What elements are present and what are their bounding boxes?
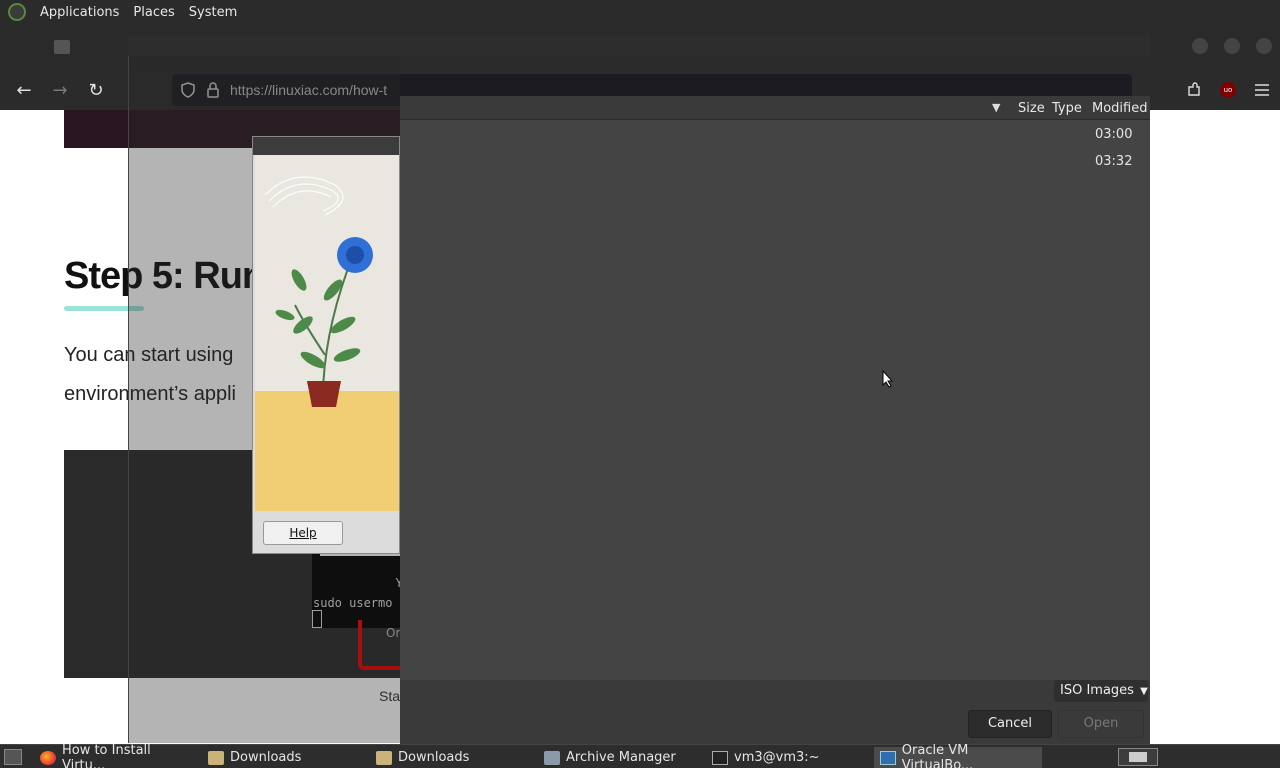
ublock-origin-icon[interactable]: uo bbox=[1220, 82, 1236, 98]
system-menu[interactable]: System bbox=[189, 5, 237, 20]
type-column-header[interactable]: Type bbox=[1052, 101, 1082, 116]
folder-icon bbox=[208, 750, 224, 765]
minimize-icon[interactable] bbox=[1192, 38, 1208, 54]
file-list[interactable]: 03:00 03:32 bbox=[400, 120, 1150, 680]
flower-illustration bbox=[255, 155, 399, 511]
help-button[interactable]: Help bbox=[263, 521, 343, 545]
taskbar-item-label: How to Install Virtu... bbox=[61, 742, 151, 768]
modified-column-header[interactable]: Modified bbox=[1092, 101, 1147, 116]
taskbar-item-label: Archive Manager bbox=[566, 750, 676, 765]
taskbar-item-downloads[interactable]: Downloads bbox=[370, 747, 534, 768]
taskbar-item-downloads[interactable]: Downloads bbox=[202, 747, 366, 768]
taskbar-item-virtualbox[interactable]: Oracle VM VirtualBo... bbox=[874, 743, 1042, 768]
chevron-down-icon: ▼ bbox=[1140, 686, 1148, 697]
maximize-icon[interactable] bbox=[1224, 38, 1240, 54]
top-panel: Applications Places System bbox=[0, 0, 1280, 24]
cancel-button[interactable]: Cancel bbox=[968, 710, 1052, 738]
file-chooser-footer: ISO Images ▼ Cancel Open bbox=[400, 680, 1150, 744]
places-menu[interactable]: Places bbox=[133, 5, 174, 20]
taskbar: How to Install Virtu... Downloads Downlo… bbox=[0, 743, 1280, 768]
welcome-dialog-titlebar bbox=[253, 137, 399, 155]
forward-icon[interactable]: → bbox=[42, 80, 78, 101]
show-desktop-icon[interactable] bbox=[4, 749, 22, 765]
taskbar-item-label: vm3@vm3:~ bbox=[734, 750, 820, 765]
applications-menu[interactable]: Applications bbox=[40, 5, 119, 20]
virtualbox-titlebar bbox=[128, 36, 1150, 56]
mate-logo-icon[interactable] bbox=[8, 3, 26, 21]
folder-icon bbox=[376, 750, 392, 765]
file-type-filter-label: ISO Images bbox=[1060, 683, 1134, 698]
close-icon[interactable] bbox=[1256, 38, 1272, 54]
firefox-icon bbox=[40, 750, 56, 765]
file-type-filter[interactable]: ISO Images ▼ bbox=[1054, 680, 1148, 702]
workspace-switcher[interactable] bbox=[1118, 748, 1158, 766]
taskbar-item-terminal[interactable]: vm3@vm3:~ bbox=[706, 747, 870, 768]
taskbar-item-label: Downloads bbox=[398, 750, 470, 765]
toolbar-right: uo bbox=[1186, 70, 1270, 110]
tab-favicon-icon[interactable] bbox=[54, 40, 70, 54]
file-list-header: ▼ Size Type Modified bbox=[400, 96, 1150, 120]
file-modified-time[interactable]: 03:32 bbox=[1095, 154, 1132, 169]
archive-icon bbox=[544, 750, 560, 765]
menu-icon[interactable] bbox=[1254, 83, 1270, 97]
back-icon[interactable]: ← bbox=[6, 80, 42, 101]
virtualbox-icon bbox=[880, 750, 896, 765]
terminal-icon bbox=[712, 750, 728, 765]
taskbar-item-archive-manager[interactable]: Archive Manager bbox=[538, 747, 702, 768]
taskbar-item-label: Oracle VM VirtualBo... bbox=[901, 742, 974, 768]
reload-icon[interactable]: ↻ bbox=[78, 80, 114, 101]
taskbar-item-label: Downloads bbox=[230, 750, 302, 765]
size-column-header[interactable]: Size bbox=[1018, 101, 1045, 116]
taskbar-item-firefox[interactable]: How to Install Virtu... bbox=[34, 743, 198, 768]
sort-dropdown-icon[interactable]: ▼ bbox=[992, 101, 1000, 114]
welcome-dialog: Help bbox=[252, 136, 400, 554]
file-modified-time[interactable]: 03:00 bbox=[1095, 127, 1132, 142]
extensions-icon[interactable] bbox=[1186, 82, 1202, 98]
file-chooser-dialog: ▼ Size Type Modified 03:00 03:32 ISO Ima… bbox=[400, 96, 1150, 744]
mouse-pointer-icon bbox=[882, 370, 894, 388]
open-button[interactable]: Open bbox=[1058, 710, 1144, 738]
workspace-1[interactable] bbox=[1129, 752, 1147, 762]
